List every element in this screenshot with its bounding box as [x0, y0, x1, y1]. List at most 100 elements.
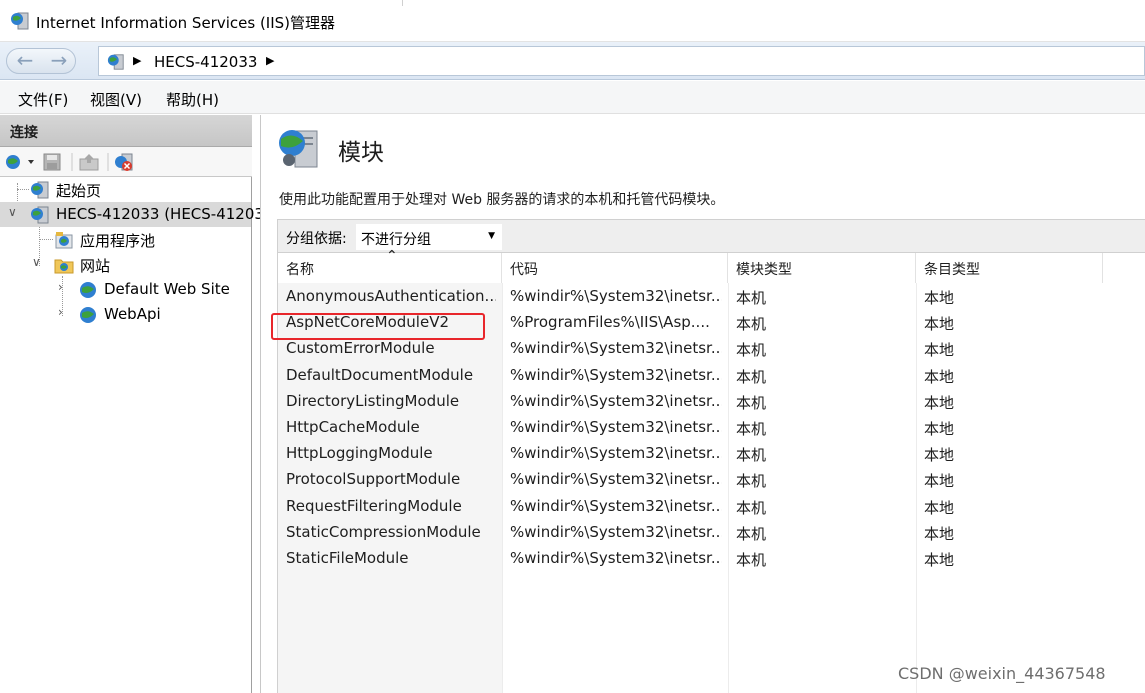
cell-module-type: 本机	[736, 393, 767, 412]
chevron-right-icon[interactable]: ›	[58, 305, 63, 319]
cell-module-type: 本机	[736, 551, 767, 569]
forward-button[interactable]: →	[43, 50, 75, 72]
column-label: 代码	[510, 262, 538, 278]
table-header: ⌃ 名称 代码 模块类型 条目类型	[278, 248, 1145, 283]
sites-folder-icon	[54, 256, 74, 278]
back-button[interactable]: ←	[9, 50, 41, 72]
disconnect-icon[interactable]	[113, 153, 137, 177]
address-box[interactable]: ▶ HECS-412033 ▶	[98, 46, 1145, 76]
column-header-module-type[interactable]: 模块类型	[728, 253, 916, 283]
column-header-entry-type[interactable]: 条目类型	[916, 253, 1103, 283]
breadcrumb-arrow-icon[interactable]: ▶	[133, 54, 141, 67]
chevron-down-icon[interactable]: ∨	[32, 255, 41, 269]
cell-entry-type: 本地	[924, 341, 955, 360]
sort-ascending-icon: ⌃	[386, 248, 398, 264]
table-row[interactable]: AnonymousAuthentication... %windir%\Syste…	[278, 283, 1145, 309]
app-pool-icon	[54, 231, 74, 253]
tree-label: 起始页	[56, 182, 102, 200]
cell-entry-type: 本地	[924, 393, 955, 412]
title-divider	[402, 0, 403, 6]
cell-module-type: 本机	[736, 498, 767, 517]
table-row[interactable]: HttpLoggingModule %windir%\System32\inets…	[278, 440, 1145, 466]
connections-header: 连接	[0, 115, 252, 147]
cell-name: HttpCacheModule	[286, 418, 420, 436]
table-row[interactable]: DefaultDocumentModule %windir%\System32\i…	[278, 362, 1145, 388]
cell-entry-type: 本地	[924, 524, 955, 543]
cell-entry-type: 本地	[924, 367, 955, 386]
tree-item-server[interactable]: ∨ HECS-412033 (HECS-412033	[0, 202, 273, 227]
address-bar: ← → ▶ HECS-412033 ▶	[0, 42, 1145, 80]
group-by-bar: 分组依据: 不进行分组 ▼	[277, 219, 1145, 253]
cell-name: DirectoryListingModule	[286, 391, 460, 410]
column-label: 名称	[286, 262, 314, 278]
cell-code: %ProgramFiles%\IIS\Asp....	[510, 313, 710, 332]
table-row[interactable]: DirectoryListingModule %windir%\System32\…	[278, 388, 1145, 414]
cell-code: %windir%\System32\inetsr...	[510, 418, 722, 436]
cell-module-type: 本机	[736, 472, 767, 491]
group-by-select[interactable]: 不进行分组 ▼	[356, 224, 502, 250]
column-header-name[interactable]: ⌃ 名称	[278, 248, 502, 283]
breadcrumb-server[interactable]: HECS-412033	[154, 53, 257, 71]
group-by-label: 分组依据:	[286, 231, 347, 247]
cell-entry-type: 本地	[924, 420, 955, 438]
watermark: CSDN @weixin_44367548	[898, 664, 1106, 683]
cell-module-type: 本机	[736, 420, 767, 438]
nav-buttons: ← →	[6, 48, 76, 74]
globe-icon	[78, 306, 98, 328]
cell-module-type: 本机	[736, 524, 767, 543]
cell-module-type: 本机	[736, 315, 767, 334]
cell-code: %windir%\System32\inetsr...	[510, 444, 722, 463]
cell-module-type: 本机	[736, 446, 767, 465]
menu-help[interactable]: 帮助(H)	[166, 89, 219, 110]
cell-entry-type: 本地	[924, 446, 955, 465]
column-label: 模块类型	[736, 262, 792, 278]
table-row[interactable]: ProtocolSupportModule %windir%\System32\i…	[278, 466, 1145, 492]
tree-item-default-web-site[interactable]: › Default Web Site	[0, 277, 251, 302]
menu-file[interactable]: 文件(F)	[18, 89, 68, 110]
cell-code: %windir%\System32\inetsr...	[510, 470, 722, 489]
page-title: 模块	[338, 140, 384, 166]
connections-panel: 连接 起始页 ∨ HECS-412033 (HECS-412033 应用程序池 …	[0, 115, 273, 693]
connections-toolbar	[0, 147, 252, 177]
tree-item-start-page[interactable]: 起始页	[0, 177, 251, 202]
breadcrumb-arrow-icon[interactable]: ▶	[266, 54, 274, 67]
table-row[interactable]: RequestFilteringModule %windir%\System32\…	[278, 493, 1145, 519]
table-row[interactable]: HttpCacheModule %windir%\System32\inetsr.…	[278, 414, 1145, 440]
tree-label: 应用程序池	[80, 232, 156, 250]
modules-icon	[275, 127, 321, 175]
connections-tree: 起始页 ∨ HECS-412033 (HECS-412033 应用程序池 ∨ 网…	[0, 177, 273, 693]
cell-entry-type: 本地	[924, 498, 955, 517]
cell-code: %windir%\System32\inetsr...	[510, 339, 722, 358]
cell-entry-type: 本地	[924, 315, 955, 334]
highlight-annotation	[271, 313, 485, 340]
menu-bar: 文件(F) 视图(V) 帮助(H)	[0, 81, 1145, 114]
tree-item-webapi[interactable]: › WebApi	[0, 302, 251, 327]
tree-label: Default Web Site	[104, 280, 230, 298]
table-row[interactable]: StaticFileModule %windir%\System32\inetsr…	[278, 545, 1145, 571]
cell-name: RequestFilteringModule	[286, 496, 462, 515]
cell-code: %windir%\System32\inetsr...	[510, 365, 722, 384]
tree-item-app-pools[interactable]: 应用程序池	[0, 227, 251, 252]
iis-app-icon	[10, 11, 30, 35]
column-header-code[interactable]: 代码	[502, 253, 728, 283]
tree-label: 网站	[80, 257, 111, 275]
server-icon	[107, 53, 125, 75]
tree-item-sites[interactable]: ∨ 网站	[0, 252, 251, 277]
up-level-icon[interactable]	[78, 153, 100, 175]
modules-page: 模块 使用此功能配置用于处理对 Web 服务器的请求的本机和托管代码模块。 分组…	[260, 115, 1145, 693]
connect-globe-icon[interactable]	[4, 153, 36, 175]
cell-code: %windir%\System32\inetsr...	[510, 496, 722, 515]
cell-entry-type: 本地	[924, 472, 955, 491]
tree-label: WebApi	[104, 305, 161, 323]
dropdown-arrow-icon[interactable]: ▼	[488, 231, 495, 241]
save-icon[interactable]	[42, 153, 62, 175]
cell-code: %windir%\System32\inetsr...	[510, 549, 722, 567]
menu-view[interactable]: 视图(V)	[90, 89, 142, 110]
chevron-down-icon[interactable]: ∨	[8, 205, 17, 219]
group-by-value: 不进行分组	[361, 232, 431, 248]
table-row[interactable]: StaticCompressionModule %windir%\System32…	[278, 519, 1145, 545]
cell-name: CustomErrorModule	[286, 339, 435, 358]
cell-name: StaticCompressionModule	[286, 522, 481, 541]
cell-module-type: 本机	[736, 289, 767, 307]
chevron-right-icon[interactable]: ›	[58, 280, 63, 294]
